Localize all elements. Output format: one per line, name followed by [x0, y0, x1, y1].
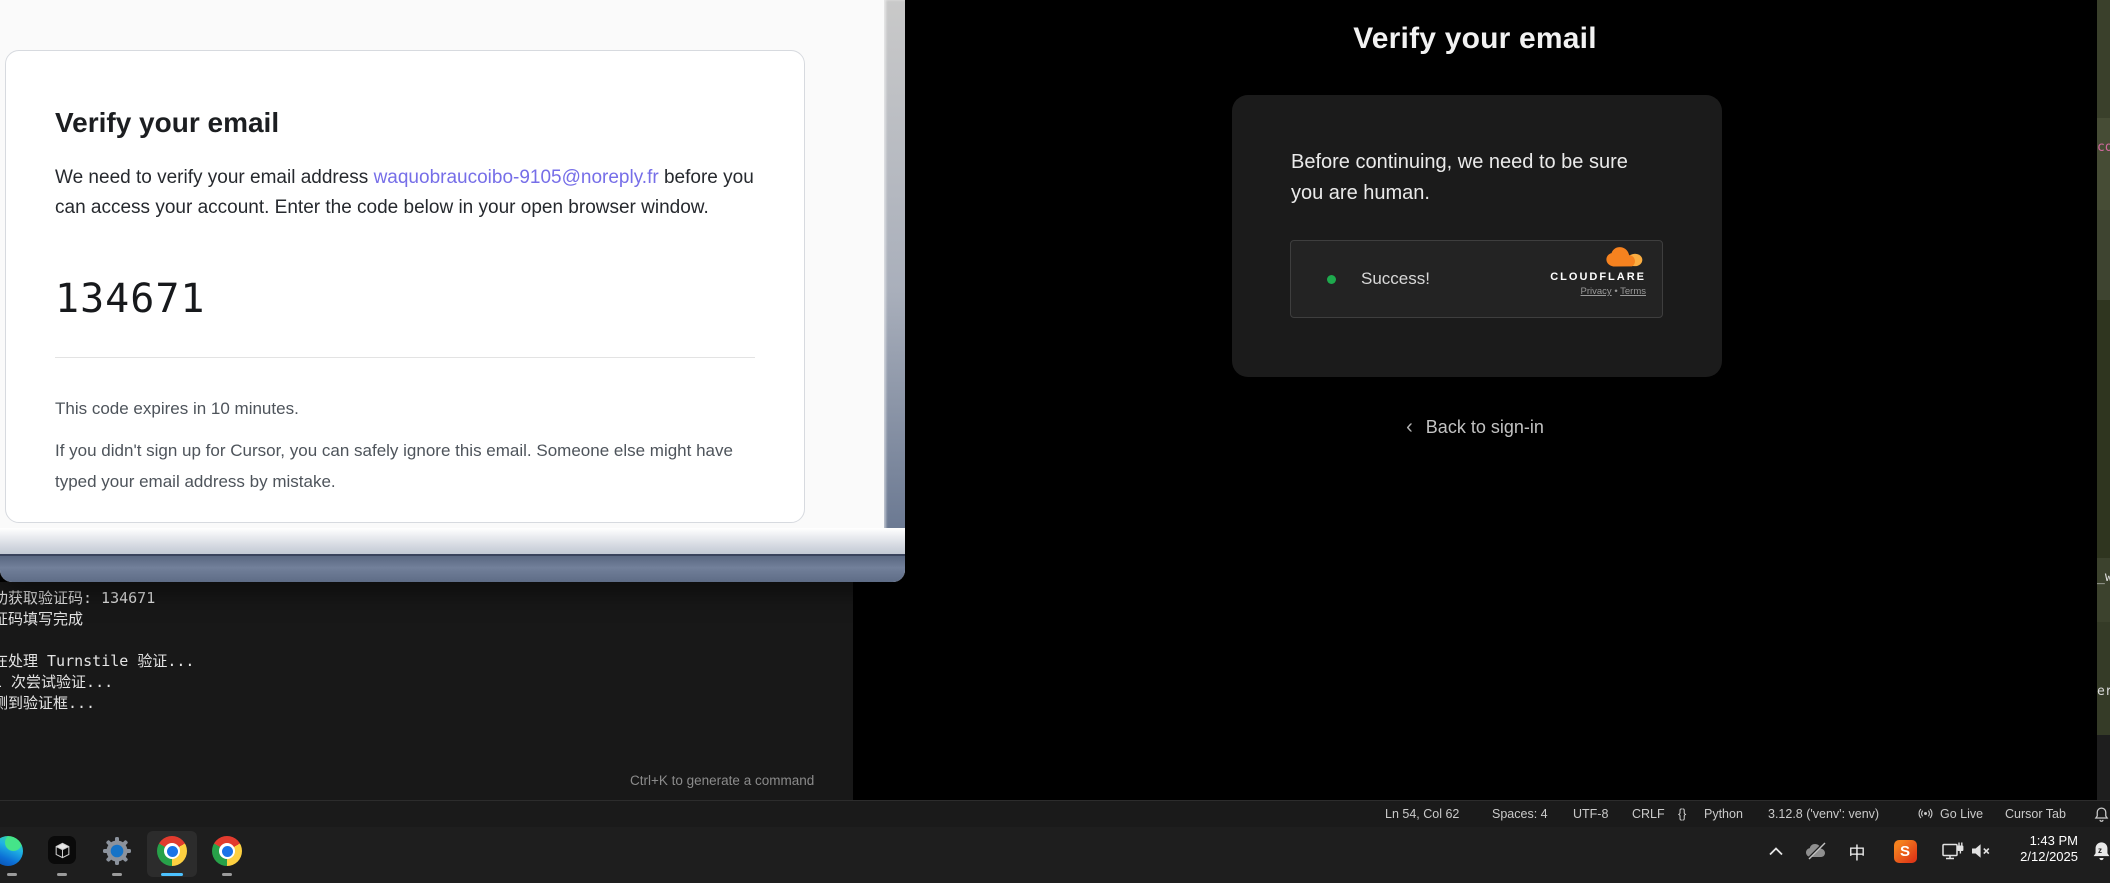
- browser-window: Verify your email Before continuing, we …: [853, 0, 2097, 798]
- edge-icon[interactable]: [0, 836, 23, 866]
- human-check-card: Before continuing, we need to be sure yo…: [1232, 95, 1722, 377]
- divider: [55, 357, 755, 358]
- braces-icon: {}: [1678, 801, 1686, 827]
- terminal-panel[interactable]: 功获取验证码: 134671 证码填写完成 在处理 Turnstile 验证..…: [0, 582, 853, 800]
- bell-icon[interactable]: [2093, 806, 2110, 828]
- cursor-tab-indicator[interactable]: Cursor Tab: [2005, 801, 2066, 827]
- terminal-line: 证码填写完成: [0, 608, 83, 629]
- taskbar-running-indicator: [57, 873, 67, 876]
- settings-gear-icon[interactable]: [102, 836, 132, 866]
- window-bottom-fade: [0, 528, 905, 554]
- recipient-email-link[interactable]: waquobraucoibo-9105@noreply.fr: [374, 167, 659, 188]
- privacy-link[interactable]: Privacy: [1581, 286, 1612, 297]
- taskbar-running-indicator: [112, 873, 122, 876]
- editor-window-edge[interactable]: co _w er: [2097, 0, 2110, 800]
- human-check-text: Before continuing, we need to be sure yo…: [1291, 147, 1651, 209]
- indentation-indicator[interactable]: Spaces: 4: [1492, 801, 1548, 827]
- back-to-sign-in-link[interactable]: ‹ Back to sign-in: [853, 416, 2097, 439]
- verification-code: 134671: [55, 276, 206, 322]
- chevron-up-icon[interactable]: [1764, 839, 1788, 863]
- email-title: Verify your email: [55, 107, 279, 139]
- email-body-pre: We need to verify your email address: [55, 167, 374, 188]
- success-dot-icon: [1327, 275, 1336, 284]
- status-bar: Ln 54, Col 62 Spaces: 4 UTF-8 CRLF {} Py…: [0, 800, 2110, 827]
- python-interpreter-indicator[interactable]: 3.12.8 ('venv': venv): [1768, 801, 1879, 827]
- email-footer-note: If you didn't sign up for Cursor, you ca…: [55, 435, 757, 497]
- cursor-position-indicator[interactable]: Ln 54, Col 62: [1385, 801, 1459, 827]
- cloudflare-wordmark: CLOUDFLARE: [1550, 271, 1646, 283]
- taskbar-active-indicator: [161, 873, 183, 876]
- terminal-line: 在处理 Turnstile 验证...: [0, 650, 194, 671]
- broadcast-icon: [1918, 806, 1933, 826]
- go-live-button[interactable]: Go Live: [1940, 801, 1983, 827]
- window-bottom-bar: [0, 554, 905, 582]
- editor-edge-block: [2097, 735, 2110, 800]
- monitor-plug-icon[interactable]: [1940, 839, 1964, 863]
- s-app-icon[interactable]: S: [1893, 839, 1917, 863]
- back-link-label: Back to sign-in: [1426, 417, 1544, 437]
- email-card: Verify your email We need to verify your…: [5, 50, 805, 523]
- verify-page-title: Verify your email: [853, 22, 2097, 56]
- tray-date: 2/12/2025: [2020, 849, 2078, 865]
- back-chevron-icon: ‹: [1406, 416, 1413, 439]
- taskbar: 中 S: [0, 827, 2110, 883]
- cloudflare-turnstile-widget[interactable]: Success! CLOUDFLARE Privacy • Terms: [1290, 240, 1663, 318]
- desktop: Verify your email Before continuing, we …: [0, 0, 2110, 883]
- taskbar-running-indicator: [7, 873, 17, 876]
- code-expiry-note: This code expires in 10 minutes.: [55, 399, 299, 419]
- cloudflare-cloud-icon: [1602, 255, 1646, 272]
- speaker-muted-icon[interactable]: [1968, 839, 1992, 863]
- email-body: We need to verify your email address waq…: [55, 163, 771, 223]
- code-fragment: co: [2097, 140, 2110, 155]
- turnstile-status: Success!: [1361, 241, 1430, 317]
- turnstile-links: Privacy • Terms: [1550, 286, 1646, 297]
- tray-clock[interactable]: 1:43 PM 2/12/2025: [2020, 833, 2078, 865]
- terminal-ctrlk-hint: Ctrl+K to generate a command: [630, 773, 814, 788]
- terminal-line: 1 次尝试验证...: [0, 671, 113, 692]
- taskbar-running-indicator: [222, 873, 232, 876]
- language-indicator[interactable]: Python: [1704, 801, 1743, 827]
- code-fragment: er: [2097, 684, 2110, 699]
- editor-edge-block: [2097, 210, 2110, 300]
- cloud-offline-icon[interactable]: [1804, 839, 1828, 863]
- terminal-line: 功获取验证码: 134671: [0, 587, 155, 608]
- chrome-icon[interactable]: [212, 836, 242, 866]
- editor-edge-block: [2097, 622, 2110, 735]
- link-separator: •: [1614, 286, 1617, 297]
- code-fragment: _w: [2097, 570, 2110, 585]
- ime-indicator[interactable]: 中: [1845, 839, 1869, 863]
- eol-indicator[interactable]: CRLF: [1632, 801, 1665, 827]
- cube-app-icon[interactable]: [48, 836, 78, 866]
- editor-edge-block: [2097, 300, 2110, 558]
- tray-time: 1:43 PM: [2020, 833, 2078, 849]
- cloudflare-branding: CLOUDFLARE Privacy • Terms: [1550, 246, 1646, 297]
- chrome-icon-active[interactable]: [157, 836, 187, 866]
- scrollbar[interactable]: [884, 0, 905, 530]
- encoding-indicator[interactable]: UTF-8: [1573, 801, 1608, 827]
- terms-link[interactable]: Terms: [1620, 286, 1646, 297]
- editor-edge-block: [2097, 558, 2110, 622]
- email-client-window: Verify your email We need to verify your…: [0, 0, 905, 582]
- editor-edge-block: [2097, 118, 2110, 210]
- terminal-line: 测到验证框...: [0, 692, 95, 713]
- bell-sleep-icon[interactable]: z: [2090, 840, 2110, 864]
- editor-edge-block: [2097, 0, 2110, 118]
